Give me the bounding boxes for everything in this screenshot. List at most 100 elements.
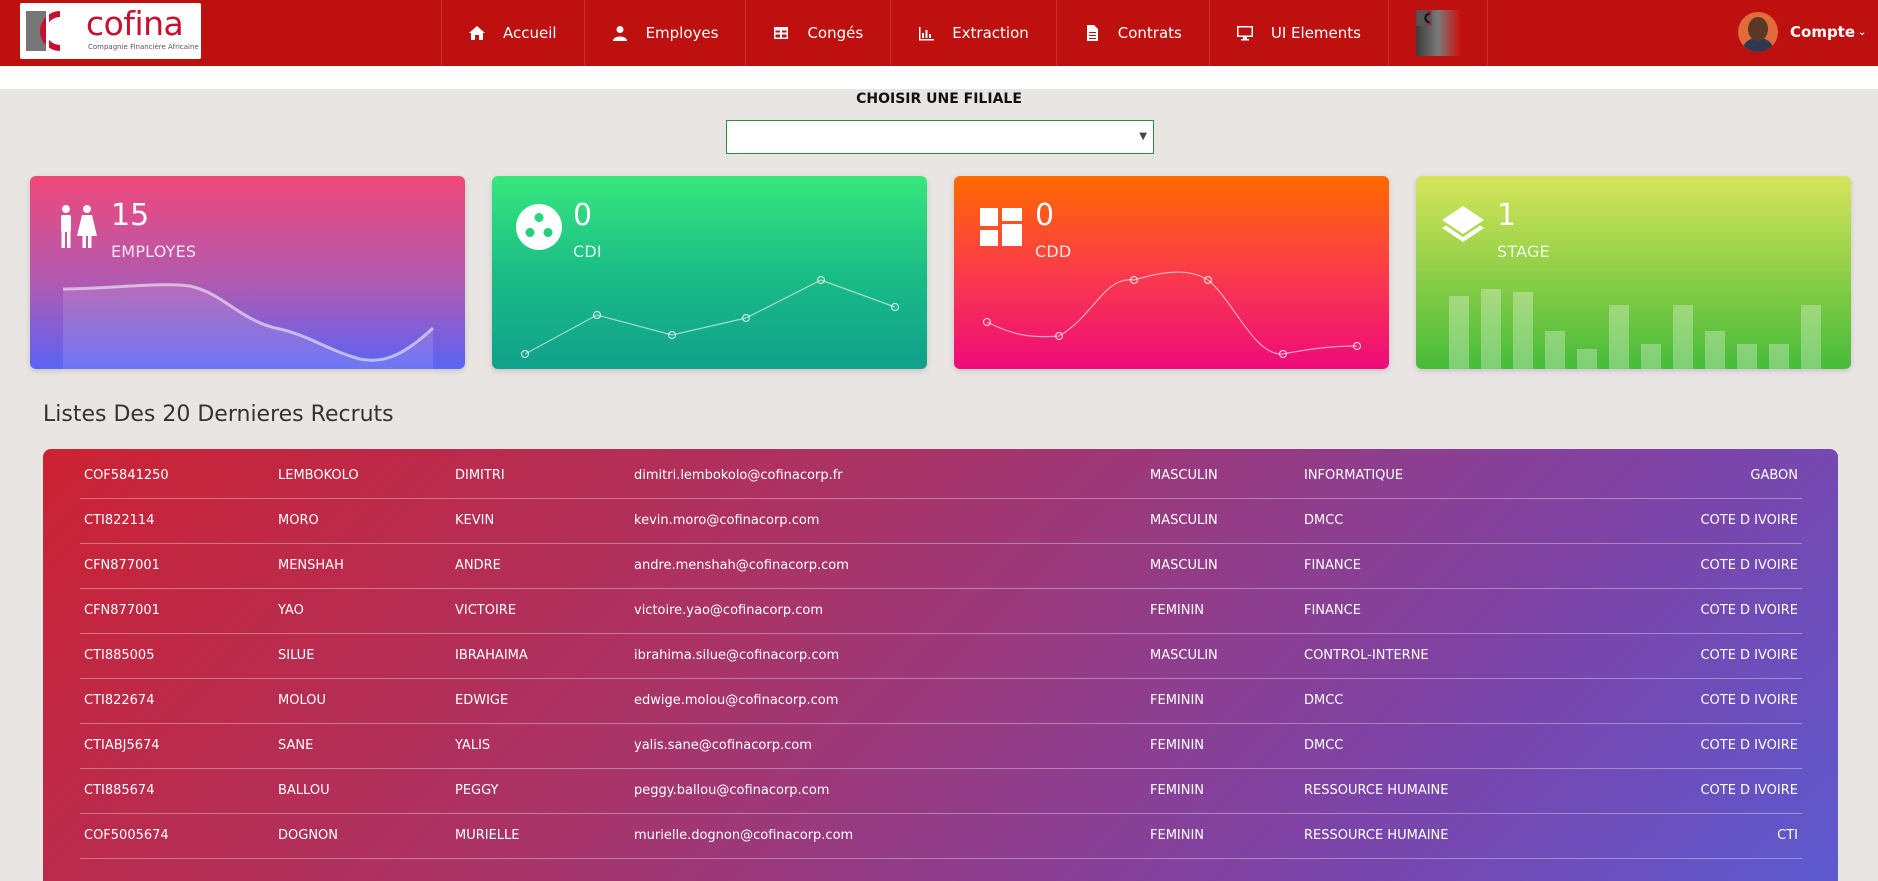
cell-matricule: CFN877001 [80,588,274,634]
cell-sexe: FEMININ [1146,813,1300,859]
cdd-label: CDD [1035,242,1072,261]
main-menu: Accueil Employes Congés Extraction Contr… [441,0,1488,66]
cell-matricule: CTI822674 [80,678,274,724]
cofina-logo-mark [26,11,60,51]
cdi-label: CDI [573,242,602,261]
filiale-label: CHOISIR UNE FILIALE [856,91,1022,107]
cell-prenom: IBRAHAIMA [451,633,630,679]
cell-email: ibrahima.silue@cofinacorp.com [630,633,1146,679]
cell-departement: FINANCE [1300,588,1580,634]
bar-chart-icon [919,27,935,41]
nav-item-employes[interactable]: Employes [583,0,746,66]
cell-prenom: KEVIN [451,498,630,544]
cofina-logo[interactable]: cofina Compagnie Financière Africaine [20,3,201,59]
cell-nom: YAO [274,588,451,634]
table-row[interactable]: COF5841250 LEMBOKOLO DIMITRI dimitri.lembok… [80,453,1802,499]
account-menu[interactable]: Compte ⌄ [1738,12,1866,52]
cell-departement: DMCC [1300,723,1580,769]
cell-sexe: MASCULIN [1146,633,1300,679]
cell-prenom: YALIS [451,723,630,769]
cell-matricule: COF5841250 [80,453,274,499]
cell-email: peggy.ballou@cofinacorp.com [630,768,1146,814]
cell-nom: LEMBOKOLO [274,453,451,499]
cell-nom: MENSHAH [274,543,451,589]
top-navbar: cofina Compagnie Financière Africaine Ac… [0,0,1878,66]
cell-pays: COTE D IVOIRE [1580,498,1802,544]
table-row[interactable]: CFN877001 YAO VICTOIRE victoire.yao@cofinac… [80,588,1802,634]
user-icon [612,26,627,41]
cell-pays: COTE D IVOIRE [1580,543,1802,589]
cell-nom: DOGNON [274,813,451,859]
cell-pays: COTE D IVOIRE [1580,768,1802,814]
recruits-table-panel: COF5841250 LEMBOKOLO DIMITRI dimitri.lembok… [43,449,1838,881]
cell-sexe: FEMININ [1146,678,1300,724]
cell-prenom: VICTOIRE [451,588,630,634]
home-icon [469,26,485,40]
cell-email: murielle.dognon@cofinacorp.com [630,813,1146,859]
cell-matricule: CTI885005 [80,633,274,679]
nav-item-label: Congés [807,24,864,42]
cell-sexe: MASCULIN [1146,453,1300,499]
cell-sexe: FEMININ [1146,588,1300,634]
cell-matricule: CTI822114 [80,498,274,544]
table-row[interactable]: CTIABJ5674 SANE YALIS yalis.sane@cofinacorp… [80,723,1802,769]
table-row[interactable]: CTI885005 SILUE IBRAHAIMA ibrahima.silue@co… [80,633,1802,679]
cell-pays: GABON [1580,453,1802,499]
employes-label: EMPLOYES [111,242,197,261]
nav-item-accueil[interactable]: Accueil [441,0,584,66]
nav-item-contrats[interactable]: Contrats [1055,0,1209,66]
stat-card-cdi[interactable]: 0 CDI [492,176,927,369]
cell-matricule: CTI885674 [80,768,274,814]
nav-item-conges[interactable]: Congés [745,0,890,66]
stage-label: STAGE [1497,242,1550,261]
cell-pays: COTE D IVOIRE [1580,678,1802,724]
cell-sexe: MASCULIN [1146,543,1300,589]
cell-matricule: CFN877001 [80,543,274,589]
table-row[interactable]: COF5005674 DOGNON MURIELLE murielle.dognon@… [80,813,1802,859]
recruits-table-body: COF5841250 LEMBOKOLO DIMITRI dimitri.lembok… [80,453,1802,859]
cell-pays: CTI [1580,813,1802,859]
table-row[interactable]: CTI885674 BALLOU PEGGY peggy.ballou@cofinac… [80,768,1802,814]
table-icon [774,27,789,39]
account-label: Compte [1790,23,1856,41]
cdi-count: 0 [573,198,593,233]
nav-brand-thumbnail[interactable] [1387,0,1488,66]
cell-nom: SILUE [274,633,451,679]
table-row[interactable]: CFN877001 MENSHAH ANDRE andre.menshah@cofin… [80,543,1802,589]
cell-pays: COTE D IVOIRE [1580,723,1802,769]
recruits-section-title: Listes Des 20 Dernieres Recruts [43,402,394,427]
dropdown-arrow-icon: ▼ [1139,131,1147,142]
table-row[interactable]: CTI822114 MORO KEVIN kevin.moro@cofinacorp.… [80,498,1802,544]
people-icon [61,205,97,248]
table-row[interactable]: CTI822674 MOLOU EDWIGE edwige.molou@cofinac… [80,678,1802,724]
filiale-select[interactable]: ▼ [726,120,1154,154]
brand-thumbnail-image [1415,10,1460,56]
stat-card-employes[interactable]: 15 EMPLOYES [30,176,465,369]
stat-card-cdd[interactable]: 0 CDD [954,176,1389,369]
cell-departement: RESSOURCE HUMAINE [1300,768,1580,814]
cell-nom: BALLOU [274,768,451,814]
file-icon [1086,25,1098,41]
cell-departement: RESSOURCE HUMAINE [1300,813,1580,859]
cell-departement: FINANCE [1300,543,1580,589]
cell-email: victoire.yao@cofinacorp.com [630,588,1146,634]
cell-nom: MOLOU [274,678,451,724]
chevron-down-icon: ⌄ [1858,26,1867,38]
brand-name: cofina [86,4,184,43]
brand-mark-icon [1416,10,1432,26]
cell-email: edwige.molou@cofinacorp.com [630,678,1146,724]
stat-card-stage[interactable]: 1 STAGE [1416,176,1851,369]
nav-item-label: Accueil [503,24,557,42]
employes-count: 15 [111,198,150,233]
nav-item-label: Employes [645,24,719,42]
cell-departement: INFORMATIQUE [1300,453,1580,499]
cell-sexe: MASCULIN [1146,498,1300,544]
circle-dots-icon [516,204,562,250]
nav-item-extraction[interactable]: Extraction [890,0,1056,66]
cell-nom: SANE [274,723,451,769]
nav-item-ui-elements[interactable]: UI Elements [1208,0,1388,66]
cell-sexe: FEMININ [1146,768,1300,814]
cell-departement: DMCC [1300,678,1580,724]
cell-prenom: DIMITRI [451,453,630,499]
cell-sexe: FEMININ [1146,723,1300,769]
